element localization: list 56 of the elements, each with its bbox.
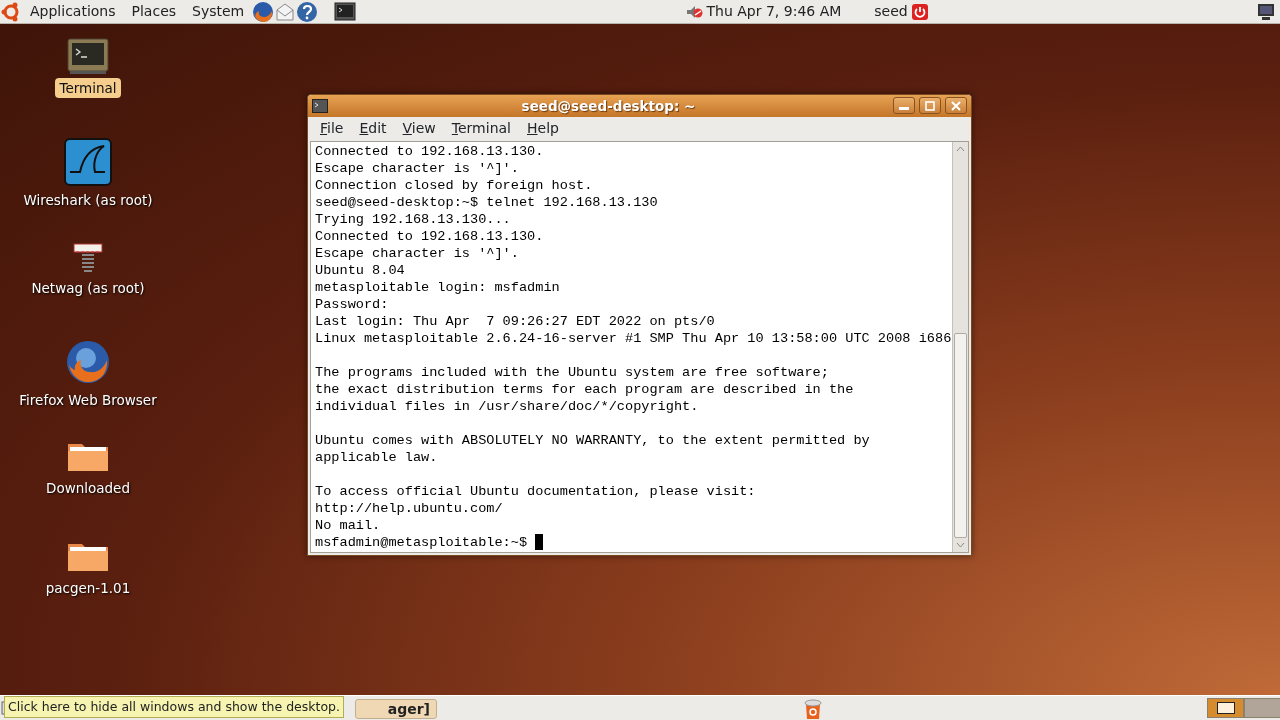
icon-label[interactable]: Firefox Web Browser <box>15 390 161 411</box>
menu-item[interactable]: Terminal <box>443 118 519 140</box>
menu-item[interactable]: View <box>394 118 444 140</box>
firefox-icon[interactable] <box>252 0 275 23</box>
terminal-line: To access official Ubuntu documentation, please visit: <box>315 483 757 500</box>
icon-label[interactable]: pacgen-1.01 <box>41 578 135 599</box>
terminal-line: Ubuntu 8.04 <box>315 262 406 279</box>
icon-label[interactable]: Wireshark (as root) <box>19 190 157 211</box>
terminal-icon <box>312 98 328 113</box>
terminal-line: Escape character is '^]'. <box>315 160 520 177</box>
task-button[interactable]: ager] <box>355 699 437 719</box>
terminal-icon[interactable] <box>334 0 357 23</box>
icon-label[interactable]: Terminal <box>55 78 121 99</box>
menu-item[interactable]: File <box>312 118 352 140</box>
terminal-line: Escape character is '^]'. <box>315 245 520 262</box>
terminal-line: The programs included with the Ubuntu system are free software; <box>315 364 830 381</box>
menu-item[interactable]: Help <box>519 118 567 140</box>
cursor <box>535 534 544 550</box>
terminal-line: No mail. <box>315 517 382 534</box>
close-icon <box>951 100 961 111</box>
icon-label[interactable]: Downloaded <box>42 478 134 499</box>
panel-menu[interactable]: System <box>184 1 253 22</box>
workspace[interactable] <box>1207 698 1244 718</box>
trash-icon[interactable] <box>803 698 823 720</box>
firefox-icon[interactable] <box>64 338 112 386</box>
close-button[interactable] <box>945 97 967 115</box>
terminal-line: metasploitable login: msfadmin <box>315 279 561 296</box>
terminal-line: seed@seed-desktop:~$ telnet 192.168.13.130 <box>315 194 659 211</box>
terminal-line: Connection closed by foreign host. <box>315 177 594 194</box>
shark-fin-icon[interactable] <box>64 138 112 186</box>
clock[interactable]: Thu Apr 7, 9:46 AM <box>702 1 859 22</box>
network-icon[interactable] <box>1256 1 1276 22</box>
terminal-line: the exact distribution terms for each program are described in the <box>315 381 855 398</box>
terminal-line: Trying 192.168.13.130... <box>315 211 512 228</box>
panel-menu[interactable]: Applications <box>22 1 124 22</box>
minimize-button[interactable] <box>893 97 915 115</box>
user-name[interactable]: seed <box>858 1 912 22</box>
terminal-line: Connected to 192.168.13.130. <box>315 143 545 160</box>
terminal-line: individual files in /usr/share/doc/*/copyright. <box>315 398 700 415</box>
terminal-line: applicable law. <box>315 449 439 466</box>
help-icon[interactable] <box>296 0 319 23</box>
terminal-line: http://help.ubuntu.com/ <box>315 500 504 517</box>
terminal-line: Password: <box>315 296 390 313</box>
terminal-line: Ubuntu comes with ABSOLUTELY NO WARRANTY, to the extent permitted by <box>315 432 871 449</box>
window-title: seed@seed-desktop: ~ <box>520 96 697 116</box>
terminal-line: Last login: Thu Apr 7 09:26:27 EDT 2022 on pts/0 <box>315 313 716 330</box>
terminal-prompt: msfadmin@metasploitable:~$ <box>315 534 529 551</box>
icon-label[interactable]: Netwag (as root) <box>27 278 149 299</box>
minimize-icon <box>899 107 909 111</box>
menu-item[interactable]: Edit <box>351 118 395 140</box>
terminal-line: Connected to 192.168.13.130. <box>315 228 545 245</box>
maximize-button[interactable] <box>919 97 941 115</box>
power-icon[interactable] <box>911 3 928 20</box>
maximize-icon <box>925 100 935 111</box>
tooltip: Click here to hide all windows and show the desktop. <box>4 696 344 718</box>
panel-menu[interactable]: Places <box>123 1 185 22</box>
